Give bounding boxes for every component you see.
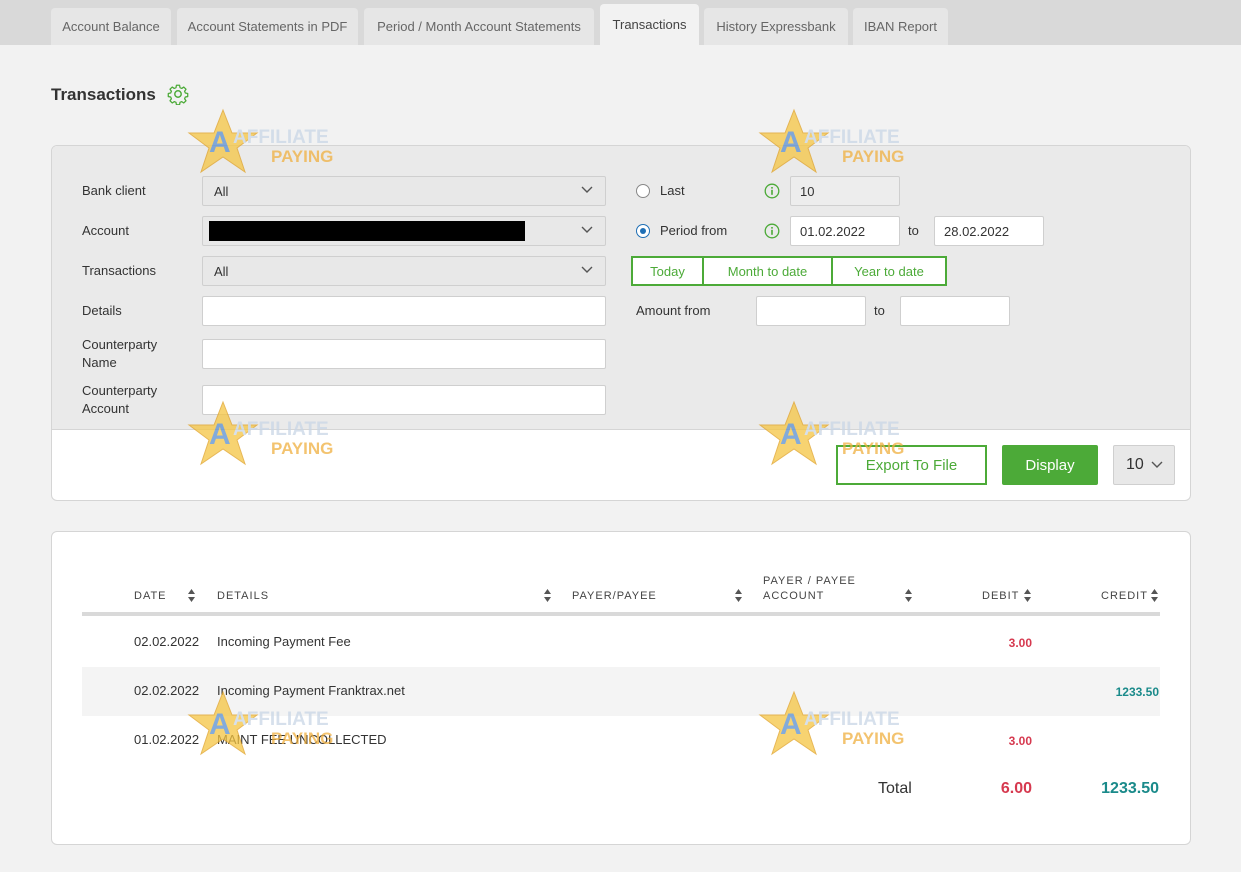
column-header-payer-payee[interactable]: Payer/Payee [572, 589, 657, 604]
counterparty-name-label-line1: Counterparty [82, 337, 158, 352]
tab-account-statements-pdf[interactable]: Account Statements in PDF [177, 8, 358, 45]
total-credit: 1233.50 [1101, 780, 1159, 797]
column-header-date[interactable]: Date [134, 589, 167, 604]
table-header-divider [82, 612, 1160, 616]
column-header-details[interactable]: Details [217, 589, 269, 604]
month-to-date-button[interactable]: Month to date [702, 256, 833, 286]
tab-bar: Account Balance Account Statements in PD… [0, 0, 1241, 45]
row-details: Incoming Payment Fee [217, 634, 351, 649]
last-radio[interactable] [636, 184, 650, 198]
tab-history-expressbank[interactable]: History Expressbank [704, 8, 848, 45]
total-debit: 6.00 [1000, 780, 1032, 797]
row-date: 02.02.2022 [134, 634, 200, 649]
details-label: Details [82, 303, 122, 318]
info-icon[interactable] [764, 183, 780, 199]
table-row[interactable]: 01.02.2022 MAINT FEE UNCOLLECTED 3.00 [82, 716, 1160, 765]
table-row[interactable]: 02.02.2022 Incoming Payment Fee 3.00 [82, 618, 1160, 667]
row-details: Incoming Payment Franktrax.net [217, 683, 405, 698]
amount-from-label: Amount from [636, 303, 711, 318]
row-debit: 3.00 [1008, 734, 1032, 748]
period-to-label: to [908, 223, 919, 238]
chevron-down-icon [1151, 461, 1163, 468]
period-to-input[interactable]: 28.02.2022 [934, 216, 1044, 246]
chevron-down-icon [581, 186, 593, 193]
bank-client-value: All [214, 183, 229, 199]
today-button[interactable]: Today [631, 256, 704, 286]
gear-icon[interactable] [167, 83, 189, 105]
row-date: 01.02.2022 [134, 732, 200, 747]
row-debit: 3.00 [1008, 636, 1032, 650]
period-from-label: Period from [660, 223, 728, 238]
table-row[interactable]: 02.02.2022 Incoming Payment Franktrax.ne… [82, 667, 1160, 716]
chevron-down-icon [581, 266, 593, 273]
period-radio[interactable] [636, 224, 650, 238]
sort-icon[interactable] [1024, 589, 1031, 602]
transactions-value: All [214, 263, 229, 279]
redacted-account-number [209, 221, 525, 241]
bank-client-label: Bank client [82, 183, 146, 198]
tab-transactions[interactable]: Transactions [600, 4, 699, 45]
amount-to-label: to [874, 303, 885, 318]
column-header-debit[interactable]: Debit [982, 589, 1019, 604]
bank-client-select[interactable]: All [202, 176, 606, 206]
tab-period-month-statements[interactable]: Period / Month Account Statements [364, 8, 594, 45]
counterparty-account-input[interactable] [202, 385, 606, 415]
amount-from-input[interactable] [756, 296, 866, 326]
page-size-select[interactable]: 10 [1113, 445, 1175, 485]
tab-account-balance[interactable]: Account Balance [51, 8, 171, 45]
counterparty-account-label-line2: Account [82, 401, 129, 416]
column-header-payer-payee-account-line2[interactable]: Account [763, 589, 824, 604]
sort-icon[interactable] [735, 589, 742, 602]
total-label: Total [878, 780, 912, 797]
counterparty-name-input[interactable] [202, 339, 606, 369]
display-button[interactable]: Display [1002, 445, 1098, 485]
sort-icon[interactable] [905, 589, 912, 602]
info-icon[interactable] [764, 223, 780, 239]
row-date: 02.02.2022 [134, 683, 200, 698]
column-header-credit[interactable]: Credit [1101, 589, 1148, 604]
counterparty-account-label-line1: Counterparty [82, 383, 158, 398]
last-label: Last [660, 183, 685, 198]
row-details: MAINT FEE UNCOLLECTED [217, 732, 387, 747]
last-count-input[interactable]: 10 [790, 176, 900, 206]
transactions-label: Transactions [82, 263, 156, 278]
column-header-payer-payee-account-line1[interactable]: Payer / Payee [763, 574, 856, 589]
period-from-input[interactable]: 01.02.2022 [790, 216, 900, 246]
page-title: Transactions [51, 85, 156, 104]
chevron-down-icon [581, 226, 593, 233]
tab-iban-report[interactable]: IBAN Report [853, 8, 948, 45]
amount-to-input[interactable] [900, 296, 1010, 326]
sort-icon[interactable] [544, 589, 551, 602]
sort-icon[interactable] [1151, 589, 1158, 602]
account-select[interactable] [202, 216, 606, 246]
details-input[interactable] [202, 296, 606, 326]
transactions-select[interactable]: All [202, 256, 606, 286]
sort-icon[interactable] [188, 589, 195, 602]
page-size-value: 10 [1126, 456, 1144, 473]
account-label: Account [82, 223, 129, 238]
row-credit: 1233.50 [1115, 685, 1159, 699]
year-to-date-button[interactable]: Year to date [831, 256, 947, 286]
counterparty-name-label-line2: Name [82, 355, 117, 370]
export-to-file-button[interactable]: Export To File [836, 445, 987, 485]
